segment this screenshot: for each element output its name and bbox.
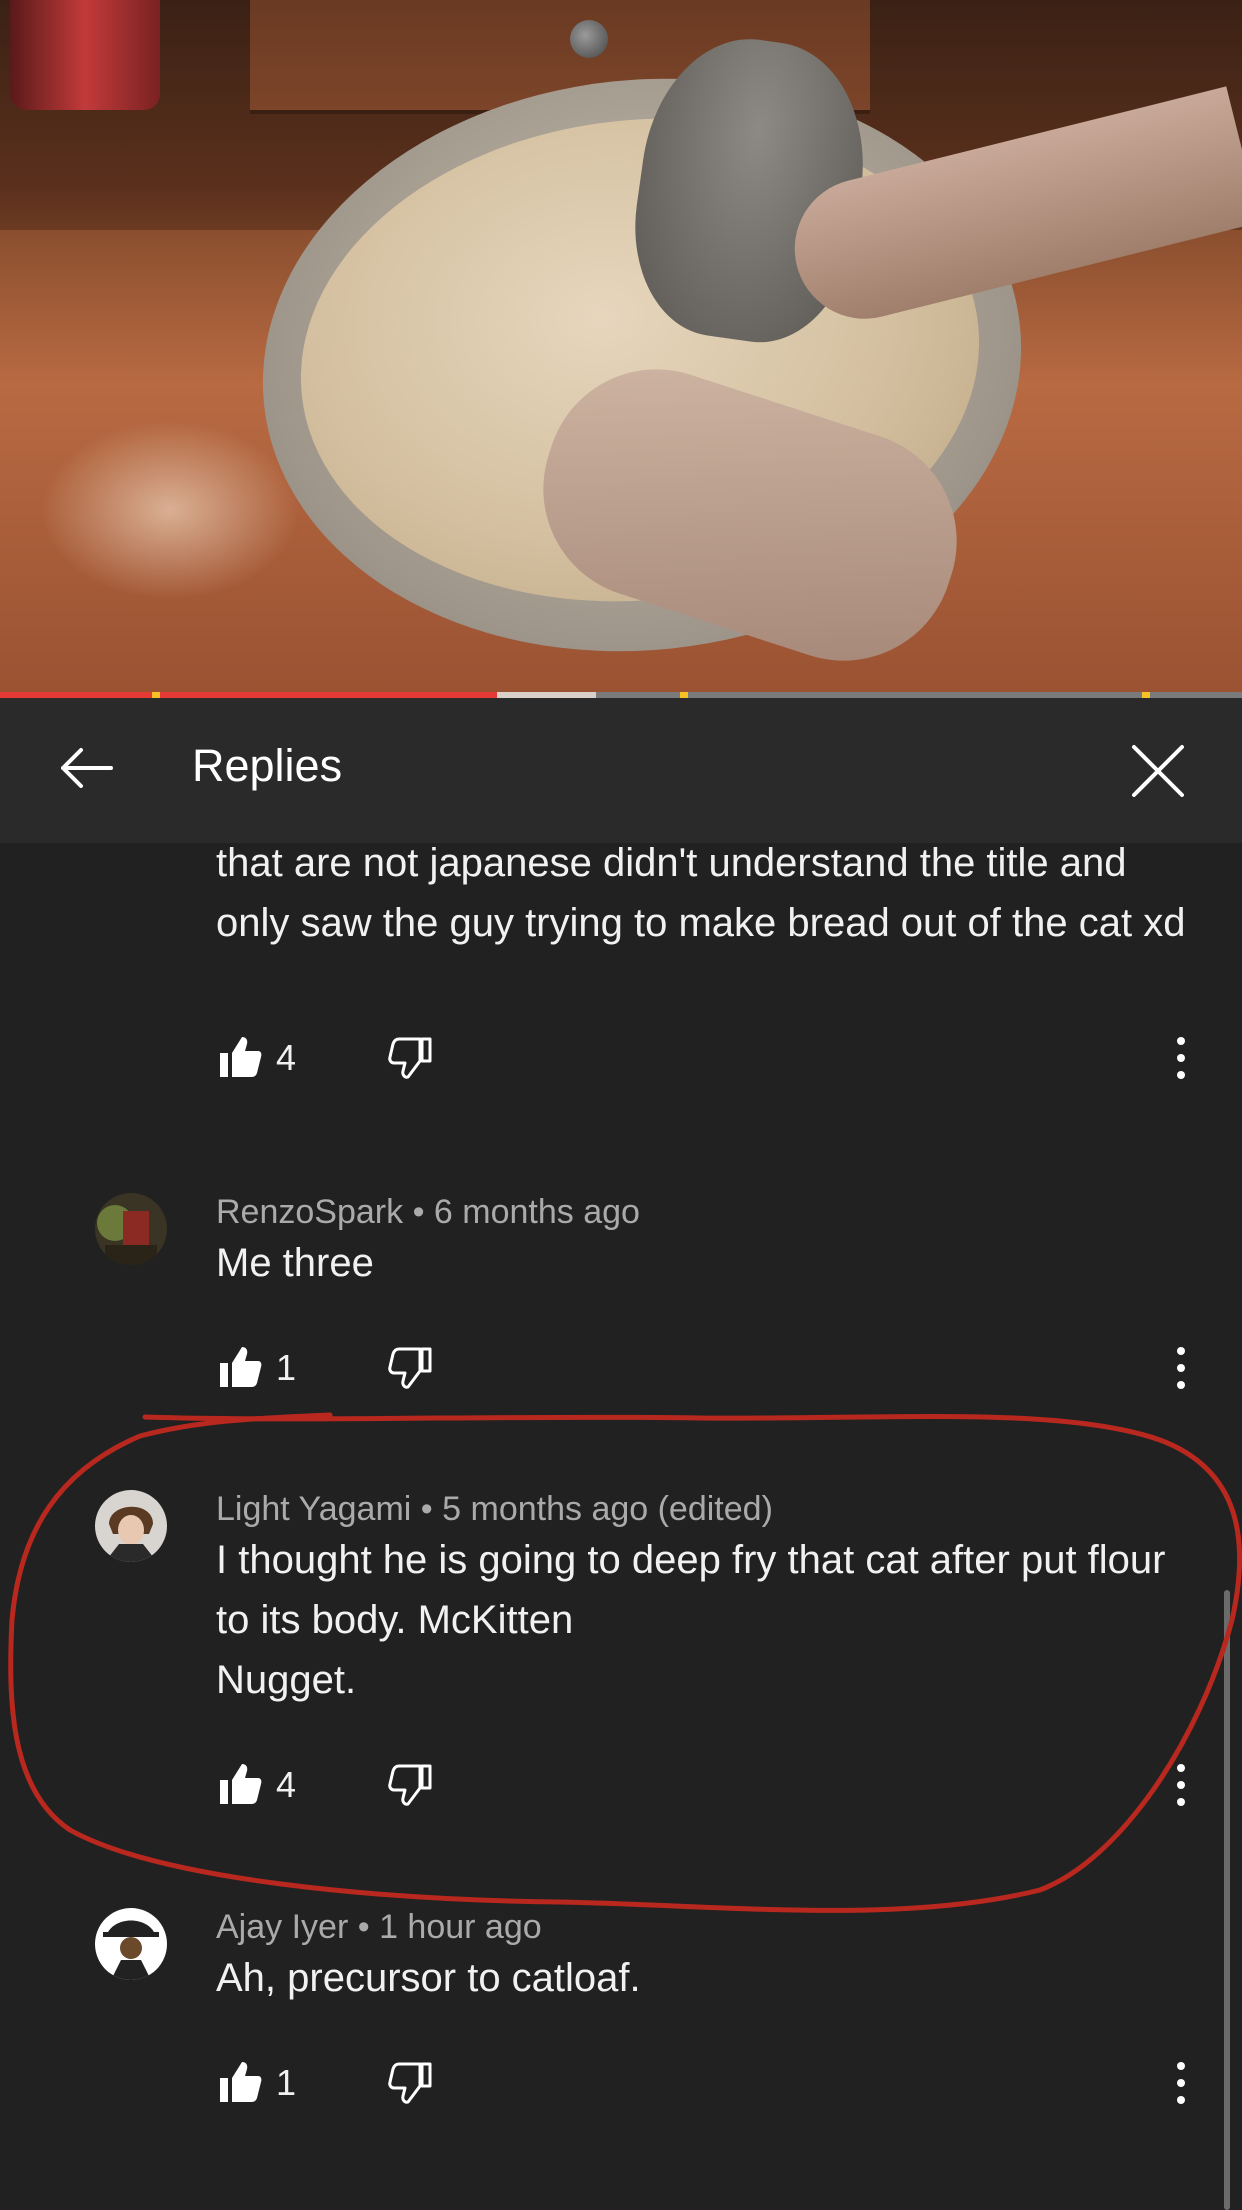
comment-actions: 1 [216, 1343, 1216, 1403]
comment-list[interactable]: that are not japanese didn't understand … [0, 843, 1242, 2208]
meta-separator: • [357, 1908, 370, 1946]
more-vert-icon[interactable] [1166, 2058, 1196, 2108]
thumbs-up-icon[interactable] [216, 2058, 264, 2106]
avatar-image [95, 1490, 167, 1562]
more-vert-icon[interactable] [1166, 1033, 1196, 1083]
avatar[interactable] [95, 1908, 167, 1980]
close-button[interactable] [1120, 733, 1195, 808]
meta-separator: • [412, 1193, 425, 1231]
thumbs-up-icon[interactable] [216, 1033, 264, 1081]
thumbs-up-icon[interactable] [216, 1760, 264, 1808]
comment-actions: 4 [216, 1760, 1216, 1820]
like-count: 4 [276, 1037, 297, 1078]
close-icon [1131, 744, 1184, 797]
comment-actions: 4 [216, 1033, 1216, 1093]
comment-text: I thought he is going to deep fry that c… [216, 1538, 1166, 1702]
like-count: 4 [276, 1764, 297, 1805]
video-frame-knob [570, 20, 608, 58]
meta-separator: • [420, 1490, 433, 1528]
comment-author[interactable]: Ajay Iyer [216, 1908, 348, 1946]
video-frame-can [10, 0, 160, 110]
comment-text: that are not japanese didn't understand … [216, 843, 1186, 945]
comment-text: Ah, precursor to catloaf. [216, 1956, 641, 2000]
comment-author[interactable]: Light Yagami [216, 1490, 411, 1528]
scrollbar[interactable] [1224, 1590, 1230, 2210]
thumbs-up-icon[interactable] [216, 1343, 264, 1391]
comment-time: 1 hour ago [379, 1908, 542, 1946]
thumbs-down-icon[interactable] [386, 1343, 434, 1391]
avatar-image [95, 1193, 167, 1265]
avatar[interactable] [95, 1193, 167, 1265]
arrow-left-icon [61, 748, 113, 788]
avatar-image [95, 1908, 167, 1980]
back-button[interactable] [50, 733, 120, 803]
comment-time: 5 months ago (edited) [442, 1490, 773, 1528]
comment-text: Me three [216, 1241, 374, 1285]
thumbs-down-icon[interactable] [386, 2058, 434, 2106]
video-frame-floor [40, 420, 300, 600]
header-title: Replies [192, 740, 343, 791]
avatar[interactable] [95, 1490, 167, 1562]
comment-meta: Light Yagami • 5 months ago (edited) [216, 1490, 773, 1529]
video-player[interactable] [0, 0, 1242, 697]
comment-time: 6 months ago [433, 1193, 640, 1231]
thumbs-down-icon[interactable] [386, 1033, 434, 1081]
more-vert-icon[interactable] [1166, 1343, 1196, 1393]
like-count: 1 [276, 1347, 297, 1388]
comment-author[interactable]: RenzoSpark [216, 1193, 403, 1231]
comment-meta: Ajay Iyer • 1 hour ago [216, 1908, 542, 1947]
comment-meta: RenzoSpark • 6 months ago [216, 1193, 640, 1232]
thumbs-down-icon[interactable] [386, 1760, 434, 1808]
like-count: 1 [276, 2062, 297, 2103]
comment-actions: 1 [216, 2058, 1216, 2118]
more-vert-icon[interactable] [1166, 1760, 1196, 1810]
replies-header: Replies [0, 698, 1242, 843]
